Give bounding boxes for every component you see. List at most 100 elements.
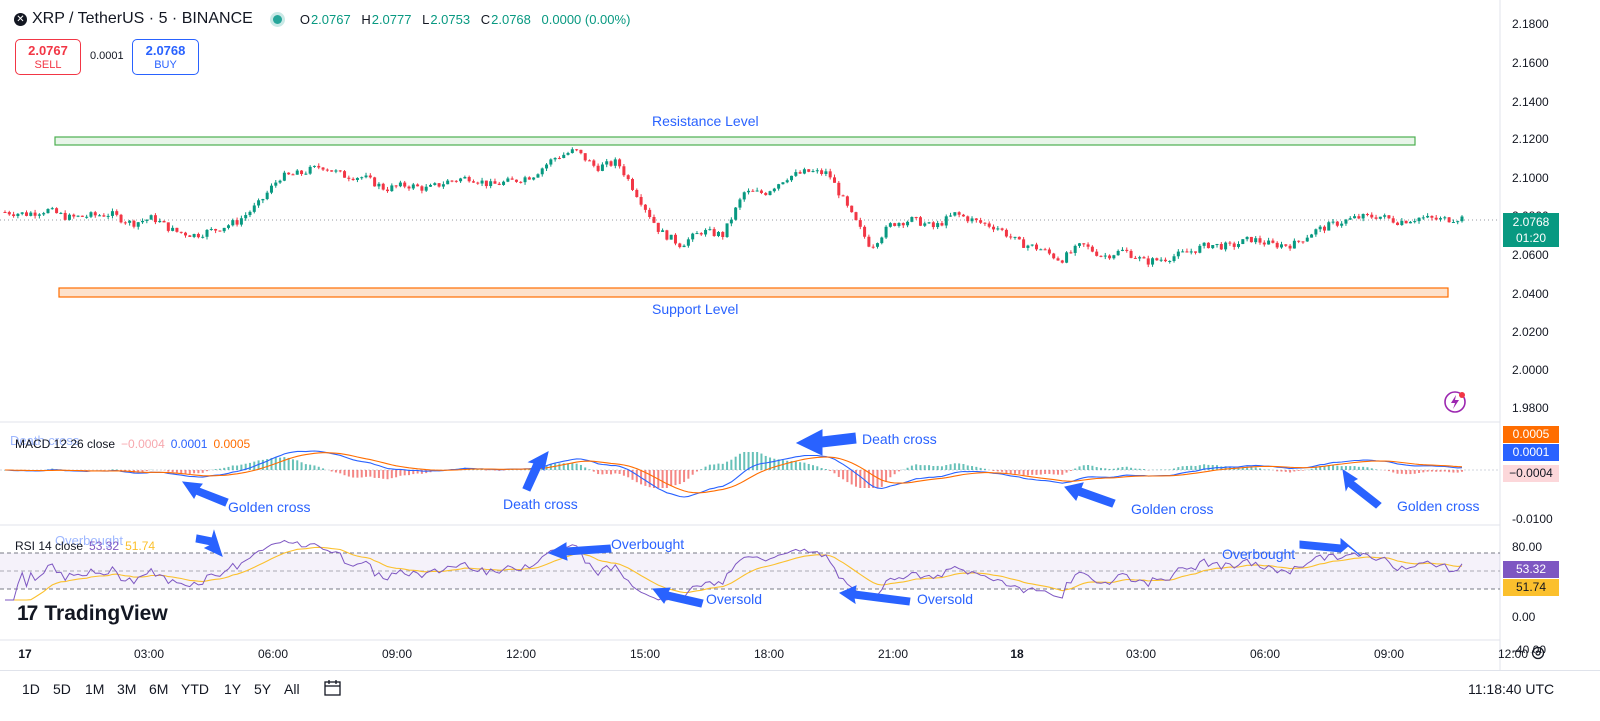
overbought-label-1[interactable]: Overbought	[611, 536, 684, 552]
macd-histogram-bar	[175, 470, 178, 473]
range-1m-button[interactable]: 1M	[85, 681, 104, 697]
death-cross-label-2[interactable]: Death cross	[862, 431, 937, 447]
candle-body	[721, 231, 725, 237]
golden-cross-label-2[interactable]: Golden cross	[1131, 501, 1213, 517]
candle-body	[201, 236, 205, 238]
support-zone[interactable]	[58, 287, 1449, 298]
gear-icon[interactable]	[1530, 645, 1546, 661]
candle-body	[759, 190, 763, 193]
range-ytd-button[interactable]: YTD	[181, 681, 209, 697]
close-icon[interactable]: ✕	[14, 12, 27, 26]
macd-histogram-bar	[1074, 468, 1077, 470]
candle-body	[923, 223, 927, 226]
macd-histogram-bar	[214, 469, 217, 470]
candle-body	[1249, 236, 1253, 243]
candle-body	[231, 220, 235, 226]
low-value: 2.0753	[430, 11, 471, 27]
resistance-label[interactable]: Resistance Level	[652, 113, 759, 129]
range-3m-button[interactable]: 3M	[117, 681, 136, 697]
candle-body	[949, 215, 953, 217]
support-label[interactable]: Support Level	[652, 301, 738, 317]
symbol-title[interactable]: XRP / TetherUS · 5 · BINANCE	[32, 10, 253, 28]
candle-body	[1026, 245, 1030, 248]
oversold-label-2[interactable]: Oversold	[917, 591, 973, 607]
time-tick: 15:00	[629, 647, 661, 661]
candle-body	[398, 182, 402, 187]
rsi-legend[interactable]: RSI 14 close 53.32 51.74	[15, 539, 155, 553]
lightning-icon[interactable]	[1443, 390, 1467, 414]
macd-histogram-bar	[812, 465, 815, 470]
candle-body	[33, 212, 37, 216]
macd-histogram-bar	[910, 465, 913, 470]
macd-histogram-bar	[958, 463, 961, 470]
candle-body	[1305, 237, 1309, 242]
candle-body	[1095, 251, 1099, 256]
macd-histogram-bar	[279, 457, 282, 470]
candle-body	[807, 169, 811, 172]
range-1y-button[interactable]: 1Y	[224, 681, 241, 697]
calendar-icon[interactable]	[323, 678, 343, 698]
candle-body	[325, 169, 329, 171]
arrow	[195, 529, 223, 557]
candle-body	[3, 212, 7, 213]
candle-body	[407, 186, 411, 189]
tradingview-logo[interactable]: 17 TradingView	[17, 602, 168, 626]
candle-body	[304, 173, 308, 175]
macd-histogram-bar	[992, 470, 995, 471]
range-1d-button[interactable]: 1D	[22, 681, 40, 697]
candle-body	[1035, 244, 1039, 250]
candle-body	[841, 195, 845, 197]
macd-histogram-bar	[859, 470, 862, 488]
candle-body	[29, 212, 33, 216]
range-6m-button[interactable]: 6M	[149, 681, 168, 697]
candle-body	[888, 223, 892, 227]
candle-body	[248, 211, 252, 216]
macd-histogram-bar	[773, 458, 776, 470]
candle-body	[837, 182, 841, 196]
candle-body	[110, 211, 114, 216]
macd-histogram-bar	[377, 470, 380, 478]
candle-body	[484, 180, 488, 187]
range-5d-button[interactable]: 5D	[53, 681, 71, 697]
utc-clock[interactable]: 11:18:40 UTC	[1468, 681, 1554, 697]
macd-histogram-bar	[1078, 466, 1081, 470]
buy-button[interactable]: 2.0768 BUY	[132, 39, 199, 75]
candle-body	[1133, 257, 1137, 259]
golden-cross-label-1[interactable]: Golden cross	[228, 499, 310, 515]
candle-body	[1348, 218, 1352, 220]
macd-histogram-bar	[816, 466, 819, 470]
candle-body	[1043, 249, 1047, 251]
range-all-button[interactable]: All	[284, 681, 300, 697]
macd-histogram-bar	[1422, 470, 1425, 473]
candle-body	[596, 165, 600, 171]
candle-body	[1172, 256, 1176, 261]
chart-canvas[interactable]	[0, 0, 1600, 721]
candle-body	[424, 186, 428, 191]
candle-body	[1009, 236, 1013, 238]
candle-body	[502, 181, 506, 185]
range-5y-button[interactable]: 5Y	[254, 681, 271, 697]
candle-body	[1181, 251, 1185, 253]
candle-body	[463, 176, 467, 179]
death-cross-label-1[interactable]: Death cross	[503, 496, 578, 512]
macd-histogram-bar	[322, 468, 325, 470]
macd-histogram-bar	[575, 463, 578, 470]
golden-cross-label-3[interactable]: Golden cross	[1397, 498, 1479, 514]
macd-histogram-bar	[1099, 467, 1102, 470]
overbought-label-2[interactable]: Overbought	[1222, 546, 1295, 562]
resistance-zone[interactable]	[54, 136, 1416, 146]
candle-body	[226, 225, 230, 228]
oversold-label-1[interactable]: Oversold	[706, 591, 762, 607]
candle-body	[497, 183, 501, 185]
time-tick: 09:00	[1373, 647, 1405, 661]
macd-histogram-bar	[1177, 467, 1180, 470]
candle-body	[269, 185, 273, 193]
candle-body	[1340, 223, 1344, 226]
price-tick: 2.0600	[1512, 248, 1549, 262]
candle-body	[1142, 257, 1146, 259]
macd-histogram-bar	[872, 470, 875, 488]
candle-body	[1353, 216, 1357, 219]
sell-button[interactable]: 2.0767 SELL	[15, 39, 81, 75]
candle-body	[1400, 220, 1404, 226]
macd-legend[interactable]: MACD 12 26 close −0.0004 0.0001 0.0005	[15, 437, 250, 451]
